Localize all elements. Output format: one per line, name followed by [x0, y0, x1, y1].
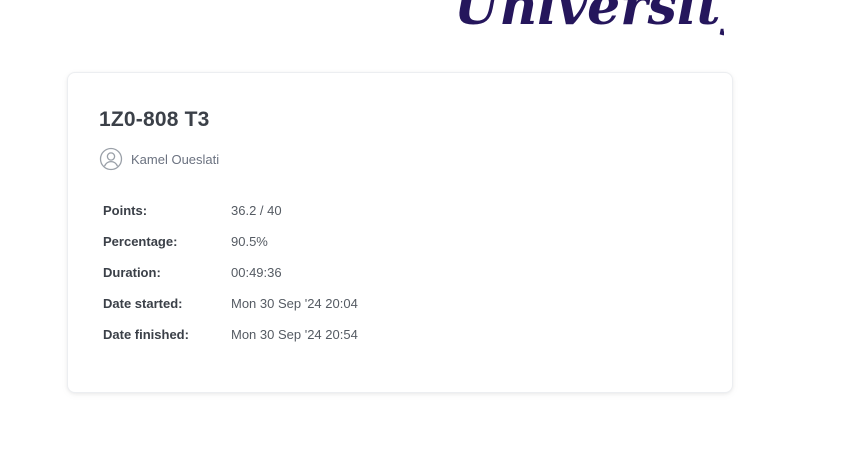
logo-text: University — [454, 0, 724, 36]
page: University 1Z0-808 T3 Kamel Oueslati Poi… — [0, 0, 846, 473]
stat-value: 36.2 / 40 — [231, 203, 282, 218]
stat-label: Percentage: — [103, 234, 178, 249]
stat-row-points: Points: 36.2 / 40 — [103, 203, 358, 234]
stat-label: Duration: — [103, 265, 161, 280]
stat-label: Points: — [103, 203, 148, 218]
stat-row-date-started: Date started: Mon 30 Sep '24 20:04 — [103, 296, 358, 327]
quiz-title: 1Z0-808 T3 — [99, 108, 210, 131]
stat-row-duration: Duration: 00:49:36 — [103, 265, 358, 296]
university-logo: University — [452, 0, 724, 36]
stats-table: Points: 36.2 / 40 Percentage: 90.5% Dura… — [103, 203, 358, 358]
stat-value: Mon 30 Sep '24 20:04 — [231, 296, 358, 311]
user-avatar-icon — [99, 147, 123, 171]
stat-label: Date finished: — [103, 327, 189, 342]
stat-value: Mon 30 Sep '24 20:54 — [231, 327, 358, 342]
stat-value: 00:49:36 — [231, 265, 282, 280]
result-card: 1Z0-808 T3 Kamel Oueslati Points: 36.2 /… — [67, 72, 733, 393]
author-name: Kamel Oueslati — [131, 151, 220, 167]
author-row: Kamel Oueslati — [99, 147, 219, 171]
stat-value: 90.5% — [231, 234, 268, 249]
stat-row-percentage: Percentage: 90.5% — [103, 234, 358, 265]
stat-label: Date started: — [103, 296, 183, 311]
stat-row-date-finished: Date finished: Mon 30 Sep '24 20:54 — [103, 327, 358, 358]
